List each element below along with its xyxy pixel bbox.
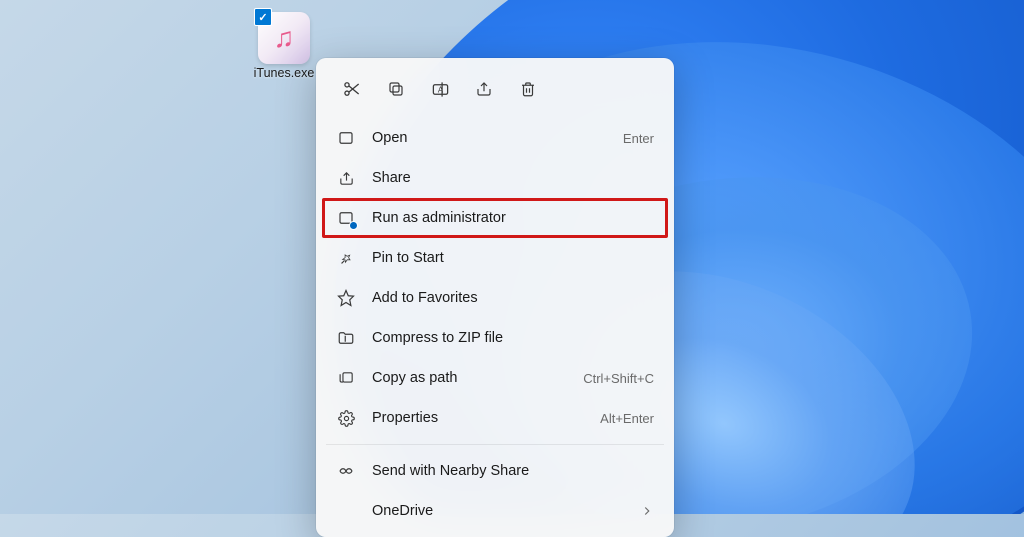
chevron-right-icon <box>640 504 654 518</box>
zip-folder-icon <box>336 328 356 348</box>
menu-shortcut: Enter <box>623 131 654 146</box>
menu-label: Send with Nearby Share <box>372 463 654 479</box>
share-button[interactable] <box>464 70 504 108</box>
menu-label: Share <box>372 170 654 186</box>
menu-shortcut: Ctrl+Shift+C <box>583 371 654 386</box>
menu-label: Copy as path <box>372 370 583 386</box>
copy-button[interactable] <box>376 70 416 108</box>
menu-label: Properties <box>372 410 600 426</box>
menu-label: Compress to ZIP file <box>372 330 654 346</box>
scissors-icon <box>342 79 362 99</box>
cut-button[interactable] <box>332 70 372 108</box>
context-menu: A Open Enter Share Run as administrator <box>316 58 674 537</box>
menu-label: Open <box>372 130 623 146</box>
menu-item-open[interactable]: Open Enter <box>322 118 668 158</box>
copy-path-icon <box>336 368 356 388</box>
share-icon <box>336 168 356 188</box>
rename-button[interactable]: A <box>420 70 460 108</box>
open-icon <box>336 128 356 148</box>
itunes-app-icon: ✓ ♫ <box>258 12 310 64</box>
menu-item-copy-as-path[interactable]: Copy as path Ctrl+Shift+C <box>322 358 668 398</box>
menu-label: OneDrive <box>372 503 640 519</box>
menu-item-properties[interactable]: Properties Alt+Enter <box>322 398 668 438</box>
menu-item-pin-to-start[interactable]: Pin to Start <box>322 238 668 278</box>
menu-label: Pin to Start <box>372 250 654 266</box>
copy-icon <box>387 80 405 98</box>
menu-item-run-as-administrator[interactable]: Run as administrator <box>322 198 668 238</box>
nearby-share-icon <box>336 461 356 481</box>
menu-item-onedrive[interactable]: OneDrive <box>322 491 668 531</box>
menu-item-share[interactable]: Share <box>322 158 668 198</box>
menu-separator <box>326 444 664 445</box>
trash-icon <box>519 80 537 98</box>
onedrive-icon <box>336 501 356 521</box>
menu-item-compress-zip[interactable]: Compress to ZIP file <box>322 318 668 358</box>
delete-button[interactable] <box>508 70 548 108</box>
menu-item-add-to-favorites[interactable]: Add to Favorites <box>322 278 668 318</box>
pin-icon <box>336 248 356 268</box>
share-icon <box>475 80 493 98</box>
menu-item-nearby-share[interactable]: Send with Nearby Share <box>322 451 668 491</box>
selection-checkmark-icon: ✓ <box>254 8 272 26</box>
menu-shortcut: Alt+Enter <box>600 411 654 426</box>
svg-text:A: A <box>437 85 443 94</box>
menu-label: Add to Favorites <box>372 290 654 306</box>
shield-admin-icon <box>336 208 356 228</box>
menu-label: Run as administrator <box>372 210 651 226</box>
rename-icon: A <box>431 80 450 99</box>
properties-icon <box>336 408 356 428</box>
quick-action-bar: A <box>322 64 668 118</box>
star-icon <box>336 288 356 308</box>
